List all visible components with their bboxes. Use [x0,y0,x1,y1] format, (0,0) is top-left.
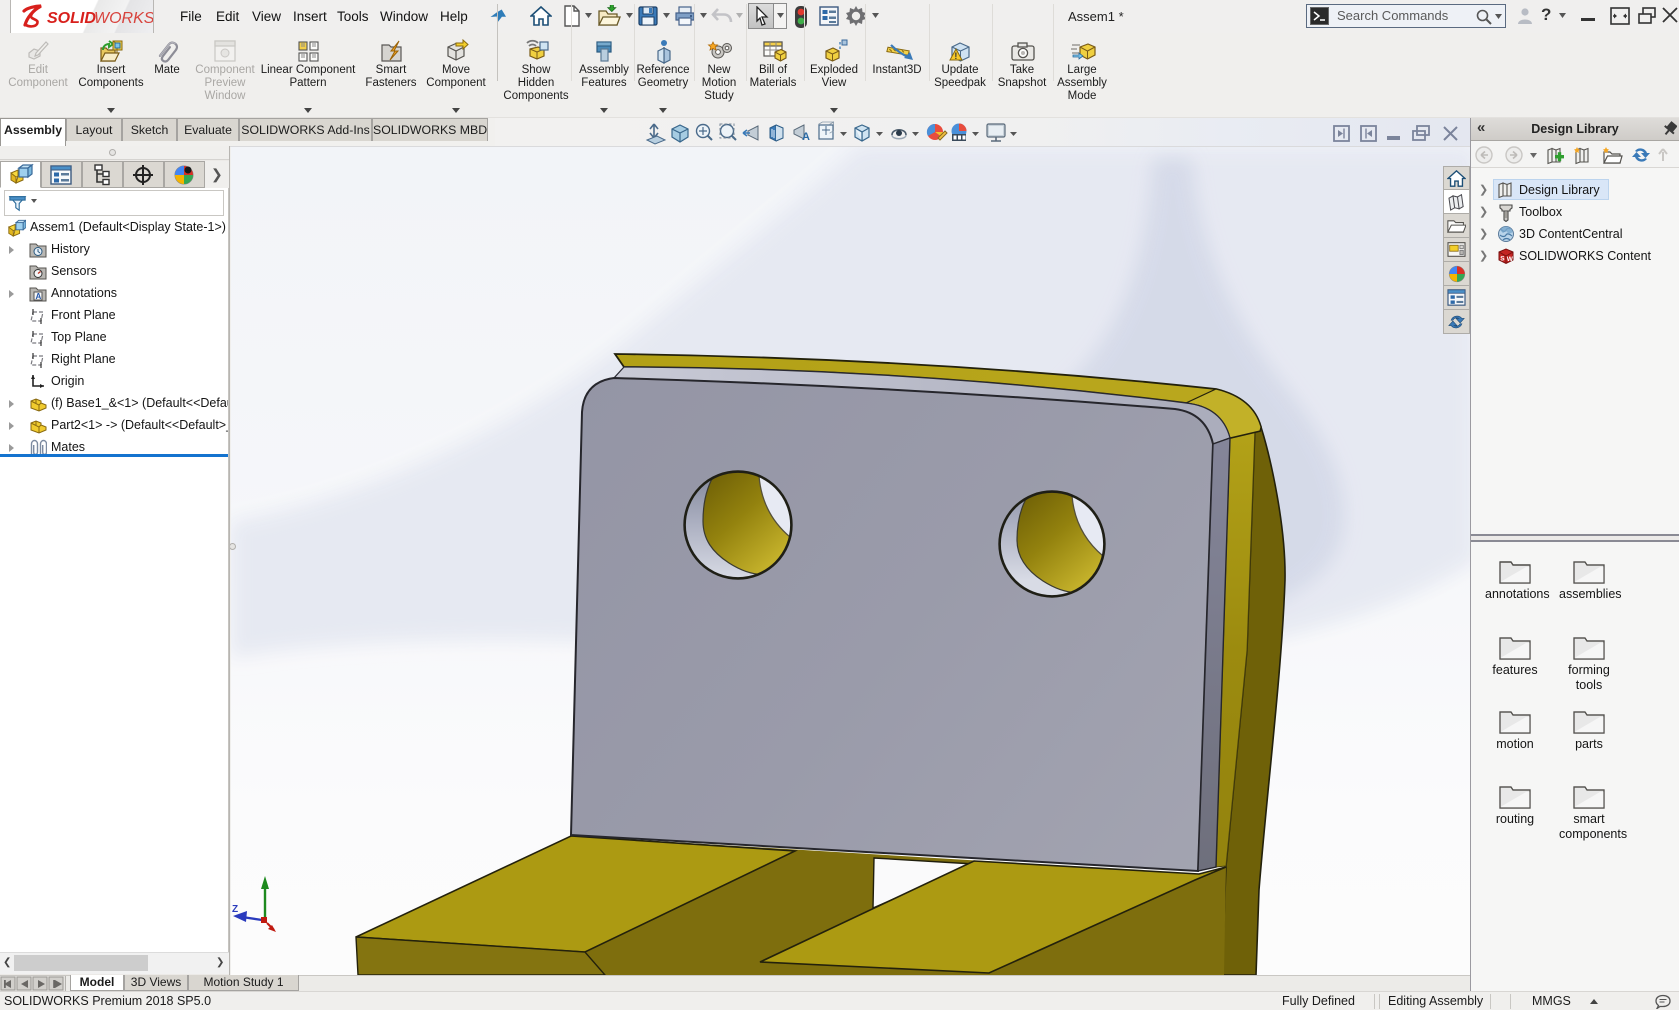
svg-text:S: S [1500,256,1505,263]
svg-text:WORKS: WORKS [94,10,153,27]
svg-text:A: A [802,131,810,143]
svg-text:Z: Z [232,904,238,915]
svg-text:A: A [36,292,42,301]
svg-text:W: W [1507,256,1514,263]
svg-text:!: ! [954,51,957,61]
svg-text:SOLID: SOLID [47,10,96,27]
